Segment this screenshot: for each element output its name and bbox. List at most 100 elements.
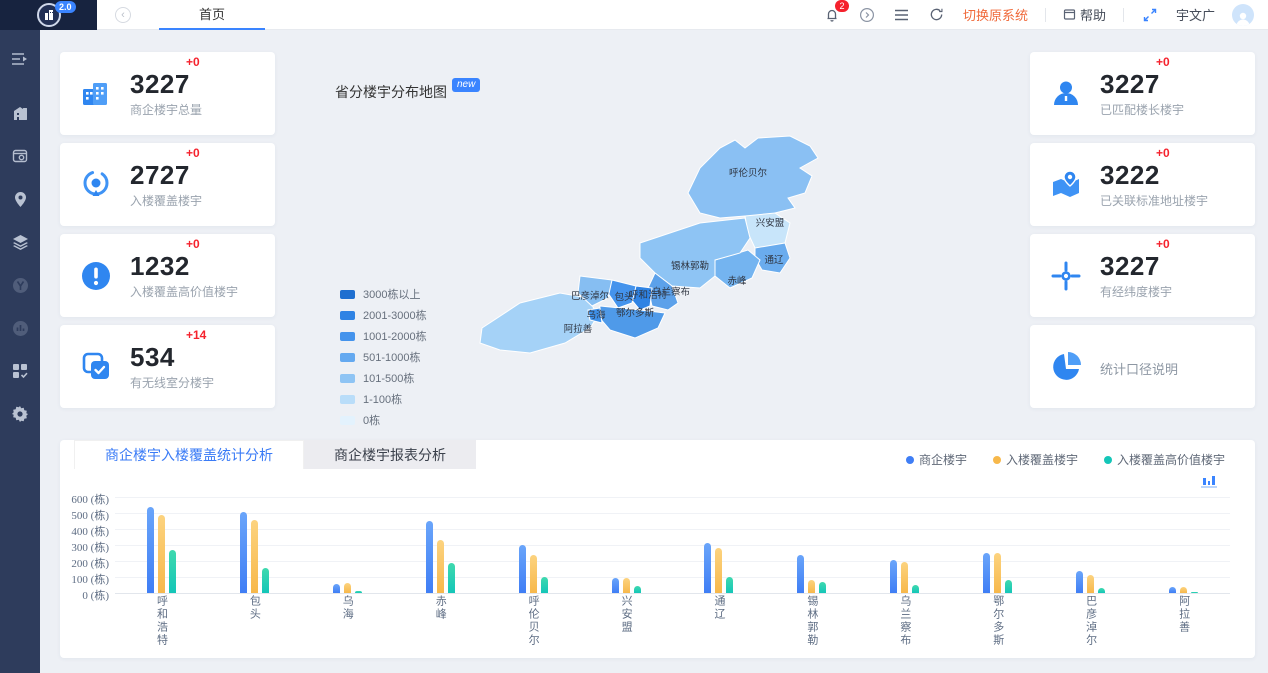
sidebar-item-network-icon[interactable] (0, 268, 40, 302)
username[interactable]: 宇文广 (1176, 5, 1215, 24)
province-map[interactable]: 呼伦贝尔 兴安盟 通辽 赤峰 锡林郭勒 乌兰察布 呼和浩特 包头 巴彦淖尔 鄂尔… (478, 133, 828, 368)
kpi-delta: +0 (186, 55, 200, 69)
back-icon[interactable]: ‹ (115, 7, 131, 23)
bar-group-通辽 (673, 497, 766, 593)
map-legend-item: 3000栋以上 (340, 286, 427, 302)
legend-item-buildings[interactable]: 商企楼宇 (906, 451, 967, 468)
legend-label: 入楼覆盖高价值楼宇 (1117, 451, 1225, 468)
tab-home[interactable]: 首页 (159, 0, 265, 30)
help-label: 帮助 (1080, 5, 1106, 24)
map-label: 锡林郭勒 (671, 260, 709, 272)
kpi-column-right: +0 3227 已匹配楼长楼宇 +0 3222 已关联标准地址楼宇 +0 322… (1030, 52, 1255, 416)
y-axis-tick: 100 (栋) (63, 571, 109, 587)
sidebar-item-apps-icon[interactable] (0, 354, 40, 388)
legend-swatch (340, 311, 355, 320)
app-logo[interactable]: 2.0 (0, 0, 97, 30)
kpi-card-coverage-buildings[interactable]: +0 2727 入楼覆盖楼宇 (60, 143, 275, 226)
kpi-card-matched-manager[interactable]: +0 3227 已匹配楼长楼宇 (1030, 52, 1255, 135)
kpi-label: 已匹配楼长楼宇 (1100, 101, 1245, 118)
bar (983, 553, 990, 593)
kpi-label: 已关联标准地址楼宇 (1100, 192, 1245, 209)
user-avatar[interactable] (1232, 4, 1254, 26)
kpi-card-high-value-buildings[interactable]: +0 1232 入楼覆盖高价值楼宇 (60, 234, 275, 317)
bar (1169, 587, 1176, 593)
sidebar-item-buildings-icon[interactable] (0, 96, 40, 130)
bar (240, 512, 247, 593)
chart-panel: 商企楼宇入楼覆盖统计分析 商企楼宇报表分析 商企楼宇 入楼覆盖楼宇 入楼覆盖高价… (60, 440, 1255, 658)
bar (158, 515, 165, 593)
help-window-icon (1063, 8, 1076, 21)
bar (808, 580, 815, 593)
kpi-card-wireless-buildings[interactable]: +14 534 有无线室分楼宇 (60, 325, 275, 408)
x-axis-label: 赤峰 (394, 595, 487, 647)
legend-swatch (340, 290, 355, 299)
legend-label: 商企楼宇 (919, 451, 967, 468)
sidebar-item-layers-icon[interactable] (0, 225, 40, 259)
kpi-delta: +0 (186, 237, 200, 251)
help-button[interactable]: 帮助 (1063, 5, 1106, 24)
kpi-label: 入楼覆盖楼宇 (130, 192, 265, 209)
y-axis-tick: 600 (栋) (63, 491, 109, 507)
sidebar-item-location-icon[interactable] (0, 182, 40, 216)
bar-group-鄂尔多斯 (951, 497, 1044, 593)
legend-item-coverage[interactable]: 入楼覆盖楼宇 (993, 451, 1078, 468)
bar (541, 577, 548, 593)
sidebar-item-records-icon[interactable] (0, 139, 40, 173)
kpi-card-coordinates[interactable]: +0 3227 有经纬度楼宇 (1030, 234, 1255, 317)
kpi-value: 3227 (130, 71, 265, 98)
bar (147, 507, 154, 593)
collapse-menu-icon[interactable] (0, 42, 40, 76)
bar-group-乌兰察布 (858, 497, 951, 593)
y-axis-tick: 0 (栋) (63, 587, 109, 603)
bar (1087, 575, 1094, 593)
kpi-label: 有无线室分楼宇 (130, 374, 265, 391)
map-label: 兴安盟 (756, 217, 785, 229)
alert-icon (76, 256, 116, 296)
bar (912, 585, 919, 593)
bar-group-包头 (208, 497, 301, 593)
kpi-card-statistics-info[interactable]: 统计口径说明 (1030, 325, 1255, 408)
tab-report-analysis[interactable]: 商企楼宇报表分析 (304, 440, 476, 469)
notifications-bell-icon[interactable]: 2 (823, 6, 841, 24)
chart-type-bar-icon[interactable] (1201, 472, 1217, 488)
legend-dot (993, 456, 1001, 464)
buildings-icon (76, 74, 116, 114)
menu-icon[interactable] (893, 6, 911, 24)
kpi-card-standard-address[interactable]: +0 3222 已关联标准地址楼宇 (1030, 143, 1255, 226)
wireless-icon (76, 347, 116, 387)
x-axis-label: 呼和浩特 (115, 595, 208, 647)
bar (1098, 588, 1105, 593)
version-badge: 2.0 (55, 1, 76, 13)
bar (1191, 592, 1198, 593)
legend-dot (1104, 456, 1112, 464)
legend-swatch (340, 353, 355, 362)
bar (612, 578, 619, 593)
kpi-label: 统计口径说明 (1100, 359, 1245, 378)
bar (519, 545, 526, 593)
kpi-label: 有经纬度楼宇 (1100, 283, 1245, 300)
bar (448, 563, 455, 593)
legend-item-high-value[interactable]: 入楼覆盖高价值楼宇 (1104, 451, 1225, 468)
refresh-icon[interactable] (928, 6, 946, 24)
map-label: 鄂尔多斯 (616, 307, 655, 319)
kpi-value: 3227 (1100, 71, 1245, 98)
bar (530, 555, 537, 593)
x-axis-label: 锡林郭勒 (765, 595, 858, 647)
bar-group-锡林郭勒 (765, 497, 858, 593)
bar (704, 543, 711, 593)
kpi-value: 2727 (130, 162, 265, 189)
sidebar-item-settings-gear-icon[interactable] (0, 397, 40, 431)
map-legend-item: 1-100栋 (340, 391, 427, 407)
switch-system-link[interactable]: 切换原系统 (963, 5, 1028, 24)
kpi-card-total-buildings[interactable]: +0 3227 商企楼宇总量 (60, 52, 275, 135)
sidebar-item-stats-icon[interactable] (0, 311, 40, 345)
kpi-delta: +0 (1156, 55, 1170, 69)
bar-group-巴彦淖尔 (1044, 497, 1137, 593)
map-label: 阿拉善 (564, 323, 593, 335)
bar (715, 548, 722, 593)
fullscreen-icon[interactable] (1141, 6, 1159, 24)
chevron-circle-icon[interactable] (858, 6, 876, 24)
tab-coverage-statistics[interactable]: 商企楼宇入楼覆盖统计分析 (74, 440, 304, 469)
y-axis-tick: 400 (栋) (63, 523, 109, 539)
kpi-label: 入楼覆盖高价值楼宇 (130, 283, 265, 300)
